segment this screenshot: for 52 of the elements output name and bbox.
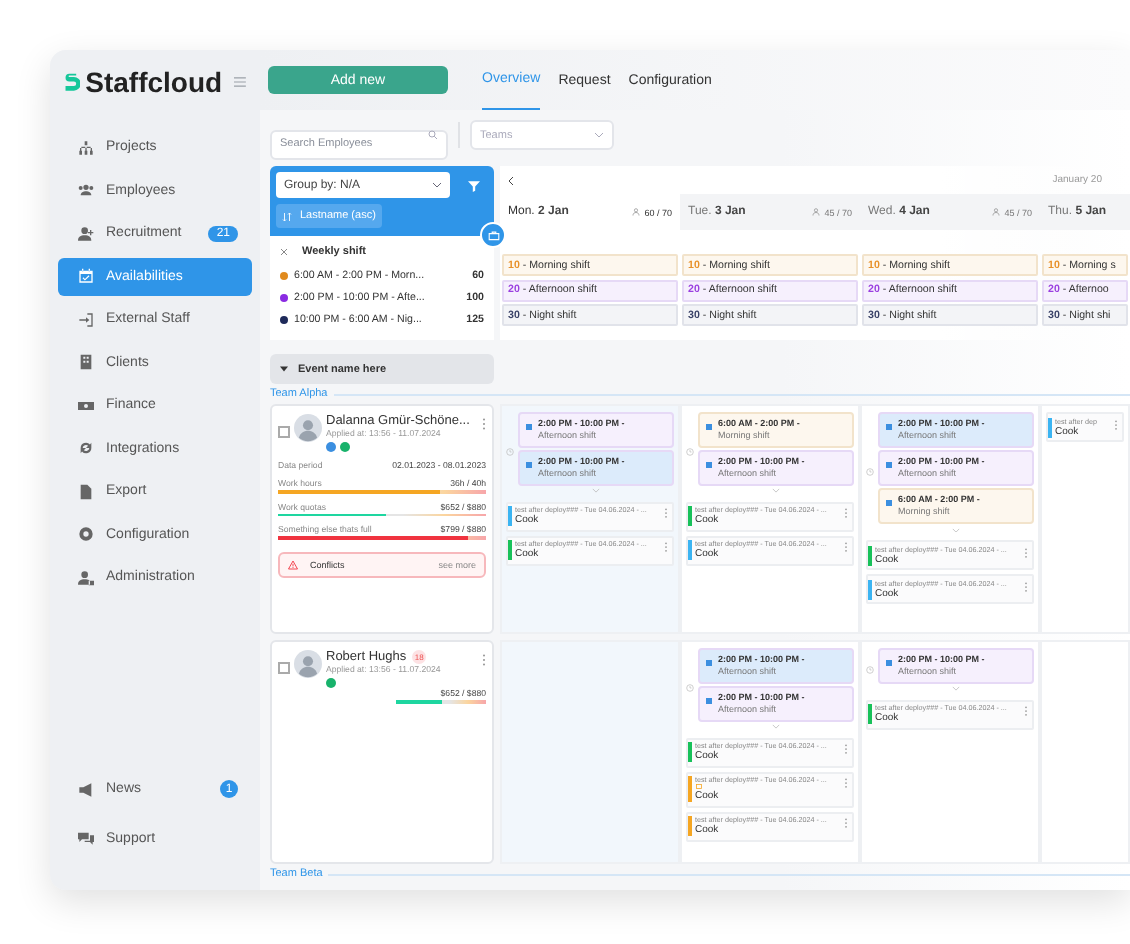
chevron-down-icon[interactable]	[772, 724, 780, 730]
building-icon	[78, 354, 94, 371]
megaphone-icon	[78, 781, 94, 798]
shift-icon	[706, 462, 712, 469]
shift-icon	[886, 660, 892, 666]
logo: Staffcloud	[85, 66, 223, 98]
shift-icon	[886, 500, 892, 507]
checkbox[interactable]	[278, 662, 290, 674]
banknote-icon	[78, 397, 94, 414]
person-icon	[632, 208, 641, 216]
logo-icon	[64, 69, 80, 95]
shift-icon	[706, 424, 712, 430]
shift-icon	[706, 660, 712, 666]
briefcase-icon[interactable]	[480, 222, 506, 248]
checkbox[interactable]	[278, 426, 290, 438]
clock-icon	[686, 684, 694, 693]
shift-icon	[706, 698, 712, 705]
chevron-down-icon[interactable]	[952, 527, 960, 533]
chevron-down-icon[interactable]	[772, 488, 780, 494]
chat-icon	[78, 830, 94, 847]
clock-icon	[866, 665, 874, 674]
warning-icon	[288, 559, 298, 569]
sort-icon	[282, 211, 292, 221]
enter-icon	[78, 311, 94, 328]
close-icon[interactable]	[280, 248, 288, 256]
clock-icon	[506, 448, 514, 457]
person-icon	[812, 208, 821, 216]
sitemap-icon	[78, 139, 94, 156]
chevron-down-icon[interactable]	[592, 488, 600, 494]
clock-icon	[866, 468, 874, 477]
avatar	[294, 650, 322, 678]
sync-icon	[78, 440, 94, 457]
shift-icon	[526, 462, 532, 469]
shift-icon	[526, 424, 532, 430]
menu-icon[interactable]	[234, 76, 246, 88]
person-lock-icon	[78, 569, 94, 586]
avatar	[294, 414, 322, 442]
filter-icon[interactable]	[468, 179, 480, 191]
settings-icon	[78, 526, 94, 543]
people-icon	[78, 182, 94, 199]
clock-icon	[686, 448, 694, 457]
chevron-down-icon	[594, 130, 604, 140]
shift-icon	[886, 424, 892, 430]
chevron-down-icon	[432, 180, 442, 190]
person-plus-icon	[78, 225, 94, 242]
person-icon	[992, 208, 1001, 216]
chevron-down-icon[interactable]	[952, 686, 960, 692]
search-icon	[428, 130, 438, 140]
chevron-left-icon[interactable]	[508, 175, 514, 185]
shift-icon	[886, 462, 892, 469]
calendar-icon	[78, 268, 94, 285]
file-icon	[78, 483, 94, 500]
